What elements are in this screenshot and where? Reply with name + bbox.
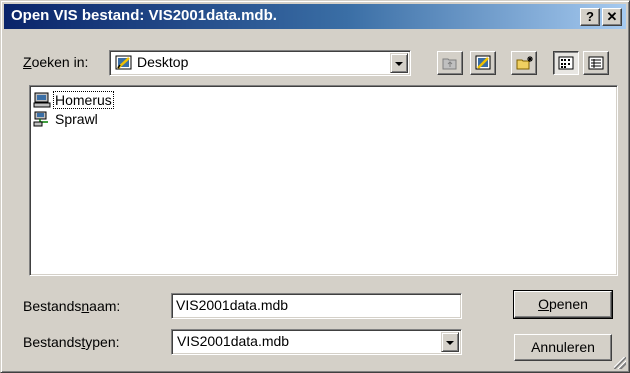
filename-input[interactable]: VIS2001data.mdb [171,293,462,319]
desktop-icon [115,54,133,75]
help-button[interactable]: ? [580,8,600,26]
filetype-label: Bestandstypen: [23,334,120,350]
close-button[interactable]: ✕ [602,8,622,26]
filetype-value: VIS2001data.mdb [177,333,290,349]
look-in-label: Zoeken in: [23,54,89,70]
up-folder-button[interactable] [437,51,463,75]
filetype-combobox[interactable]: VIS2001data.mdb [171,329,462,355]
resize-grip[interactable] [614,357,626,369]
computer-icon [33,92,51,108]
cancel-button[interactable]: Annuleren [514,334,612,361]
list-view-button[interactable] [553,51,579,75]
list-item-label: Sprawl [55,111,98,127]
details-view-icon [588,56,604,70]
window-title: Open VIS bestand: VIS2001data.mdb. [11,7,277,24]
title-bar[interactable]: Open VIS bestand: VIS2001data.mdb. ? ✕ [4,4,626,29]
network-icon [33,111,48,127]
close-icon: ✕ [606,9,618,24]
look-in-value: Desktop [137,54,189,70]
list-item-label: Homerus [53,91,114,109]
desktop-button[interactable] [470,51,496,75]
open-file-dialog: Open VIS bestand: VIS2001data.mdb. ? ✕ Z… [0,0,630,373]
new-folder-button[interactable] [511,51,537,75]
open-button[interactable]: Openen [513,290,613,319]
desktop-icon [475,55,491,70]
filename-label: Bestandsnaam: [23,298,121,314]
file-list[interactable]: Homerus Sprawl [29,85,618,276]
look-in-combobox[interactable]: Desktop [109,50,411,76]
look-in-dropdown-button[interactable] [390,53,408,73]
filetype-dropdown-button[interactable] [441,332,459,352]
up-folder-icon [442,58,457,70]
details-view-button[interactable] [583,51,609,75]
list-view-icon [558,56,574,70]
new-folder-icon [516,56,533,70]
